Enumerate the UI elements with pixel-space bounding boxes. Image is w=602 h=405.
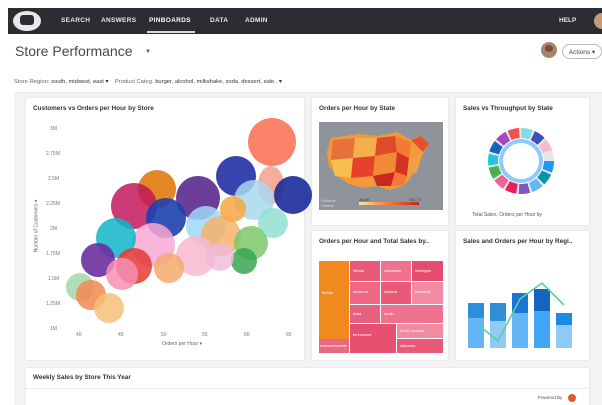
- bubble[interactable]: [220, 196, 246, 222]
- bubble[interactable]: [231, 248, 257, 274]
- treemap-label: indiana: [384, 289, 397, 294]
- bubble-plot[interactable]: [26, 98, 312, 360]
- us-choropleth-map[interactable]: Estados Unidos 45.69 191.77: [319, 122, 443, 210]
- nav-search[interactable]: SEARCH: [61, 17, 90, 24]
- weekly-sales-title: Weekly Sales by Store This Year: [33, 374, 131, 381]
- brand-logo: [568, 394, 576, 402]
- filter-bar: Store Region: south, midwest, east ▾ Pro…: [14, 79, 282, 85]
- filter-category-value[interactable]: burger, alcohol, milkshake, soda, desser…: [155, 79, 282, 85]
- actions-button[interactable]: Actions ▾: [562, 44, 602, 59]
- weekly-sales-card[interactable]: Weekly Sales by Store This Year: [26, 368, 589, 405]
- bubble[interactable]: [206, 243, 234, 271]
- filter-category-label: Product Categ.: [114, 79, 154, 85]
- donut-caption: Total Sales, Orders per Hour by: [472, 212, 543, 218]
- bar-line-card[interactable]: Sales and Orders per Hour by Regi..: [456, 231, 589, 360]
- bubble[interactable]: [106, 258, 138, 290]
- nav-admin[interactable]: ADMIN: [245, 17, 268, 24]
- treemap-title: Orders per Hour and Total Sales by..: [319, 238, 429, 245]
- treemap-label: tennessee: [353, 332, 372, 337]
- user-avatar[interactable]: [541, 42, 557, 58]
- map-card[interactable]: Orders per Hour by State Estados Unidos …: [312, 98, 448, 225]
- nav-answers[interactable]: ANSWERS: [101, 17, 136, 24]
- treemap-label: north carolina: [400, 328, 425, 333]
- treemap-label: missouri: [353, 289, 368, 294]
- treemap-chart[interactable]: florida illinois wisconsin michigan miss…: [319, 261, 443, 353]
- map-legend-min: 45.69: [359, 197, 370, 202]
- treemap-label: massachusetts: [320, 343, 347, 348]
- bubble[interactable]: [274, 176, 312, 214]
- treemap-label: florida: [322, 290, 333, 295]
- bubble[interactable]: [248, 118, 296, 166]
- treemap-label: illinois: [353, 268, 364, 273]
- treemap-label: michigan: [415, 268, 432, 273]
- nav-help[interactable]: HELP: [559, 17, 576, 24]
- map-title: Orders per Hour by State: [319, 105, 395, 112]
- nav-data[interactable]: DATA: [210, 17, 228, 24]
- donut-chart[interactable]: [486, 126, 556, 196]
- treemap-label: iowa: [353, 311, 362, 316]
- pinboard-canvas: Customers vs Orders per Hour by Store Nu…: [14, 93, 602, 405]
- map-legend-bar: [359, 202, 419, 205]
- nav-pinboards[interactable]: PINBOARDS: [149, 17, 191, 24]
- filter-region-label: Store Region:: [14, 79, 50, 85]
- app-frame: SEARCH ANSWERS PINBOARDS DATA ADMIN HELP…: [0, 0, 602, 405]
- donut-card[interactable]: Sales vs Throughput by State Total Sales…: [456, 98, 589, 225]
- nav-active-indicator: [147, 31, 195, 33]
- title-dropdown-icon[interactable]: ▼: [145, 49, 151, 55]
- filter-region-value[interactable]: south, midwest, east ▾: [51, 79, 108, 85]
- bar-line-title: Sales and Orders per Hour by Regi..: [463, 238, 573, 245]
- bubble[interactable]: [154, 253, 184, 283]
- nav-user-avatar[interactable]: [594, 13, 602, 29]
- bar-line-chart[interactable]: [462, 263, 582, 353]
- treemap-label: wisconsin: [384, 268, 402, 273]
- powered-by-label: Powered By: [538, 395, 563, 400]
- bubble-chart-card[interactable]: Customers vs Orders per Hour by Store Nu…: [26, 98, 312, 360]
- treemap-label: kentucky: [415, 289, 431, 294]
- treemap-label: alabama: [400, 343, 416, 348]
- app-logo[interactable]: [13, 11, 41, 31]
- map-attribution: Estados Unidos: [321, 198, 336, 208]
- treemap-cell[interactable]: [350, 324, 396, 353]
- map-legend-max: 191.77: [409, 197, 422, 202]
- page-title: Store Performance: [15, 43, 133, 59]
- weekly-divider: [26, 388, 589, 389]
- treemap-card[interactable]: Orders per Hour and Total Sales by.. flo…: [312, 231, 448, 360]
- top-nav: SEARCH ANSWERS PINBOARDS DATA ADMIN HELP: [8, 8, 602, 34]
- donut-title: Sales vs Throughput by State: [463, 105, 553, 112]
- bubble[interactable]: [94, 293, 124, 323]
- treemap-label: south: [384, 311, 394, 316]
- map-graphic: [319, 122, 443, 210]
